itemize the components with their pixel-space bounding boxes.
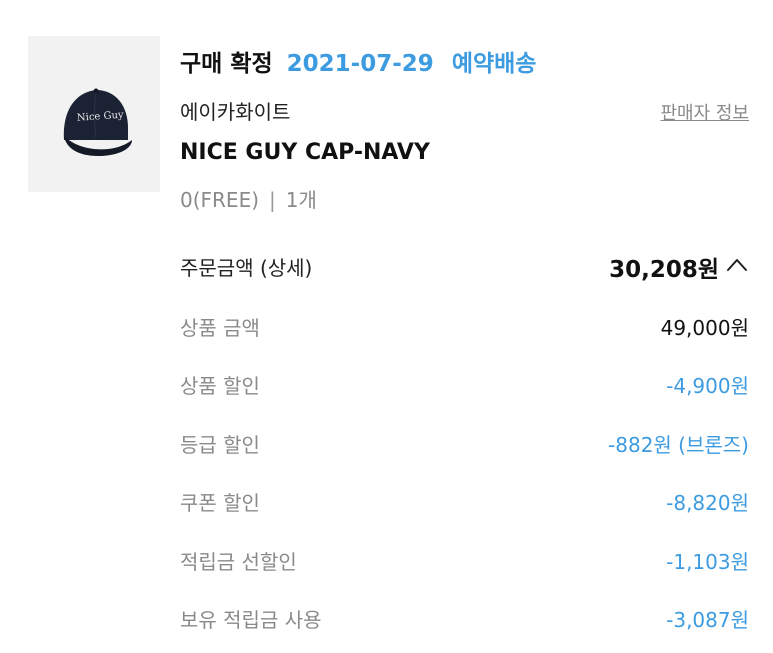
detail-label: 보유 적립금 사용 xyxy=(180,608,322,632)
detail-row-points-used: 보유 적립금 사용 -3,087원 xyxy=(180,604,749,634)
product-name[interactable]: NICE GUY CAP-NAVY xyxy=(180,140,430,165)
order-date: 2021-07-29 xyxy=(286,51,434,77)
option-separator: | xyxy=(269,188,276,212)
detail-value: -3,087원 xyxy=(666,608,749,632)
order-status: 구매 확정 xyxy=(180,51,273,77)
detail-row-points-prediscount: 적립금 선할인 -1,103원 xyxy=(180,546,749,576)
brand-name[interactable]: 에이카화이트 xyxy=(180,96,290,125)
option-size: 0(FREE) xyxy=(180,188,260,212)
detail-label: 상품 금액 xyxy=(180,316,260,340)
detail-row-coupon-discount: 쿠폰 할인 -8,820원 xyxy=(180,487,749,517)
detail-row-product-price: 상품 금액 49,000원 xyxy=(180,312,749,342)
option-quantity: 1개 xyxy=(285,188,317,212)
detail-row-product-discount: 상품 할인 -4,900원 xyxy=(180,370,749,400)
chevron-up-icon[interactable] xyxy=(725,254,749,276)
order-status-line: 구매 확정 2021-07-29 예약배송 xyxy=(180,44,536,78)
detail-value: -882원 (브론즈) xyxy=(608,433,749,457)
detail-label: 상품 할인 xyxy=(180,374,260,398)
order-amount-label: 주문금액 (상세) xyxy=(180,256,313,280)
detail-value: -1,103원 xyxy=(666,550,749,574)
order-amount-value: 30,208원 xyxy=(609,257,719,283)
detail-label: 적립금 선할인 xyxy=(180,550,297,574)
detail-value: -8,820원 xyxy=(666,491,749,515)
detail-value: 49,000원 xyxy=(660,316,749,340)
navy-cap-image: Nice Guy xyxy=(63,88,132,156)
order-amount-row[interactable]: 주문금액 (상세) 30,208원 xyxy=(180,250,749,283)
shipping-type: 예약배송 xyxy=(451,51,537,77)
product-image[interactable]: Nice Guy xyxy=(28,36,160,192)
product-option: 0(FREE) | 1개 xyxy=(180,184,317,213)
seller-info-link[interactable]: 판매자 정보 xyxy=(660,99,749,125)
detail-label: 등급 할인 xyxy=(180,433,260,457)
detail-row-grade-discount: 등급 할인 -882원 (브론즈) xyxy=(180,429,749,459)
detail-value: -4,900원 xyxy=(666,374,749,398)
detail-label: 쿠폰 할인 xyxy=(180,491,260,515)
